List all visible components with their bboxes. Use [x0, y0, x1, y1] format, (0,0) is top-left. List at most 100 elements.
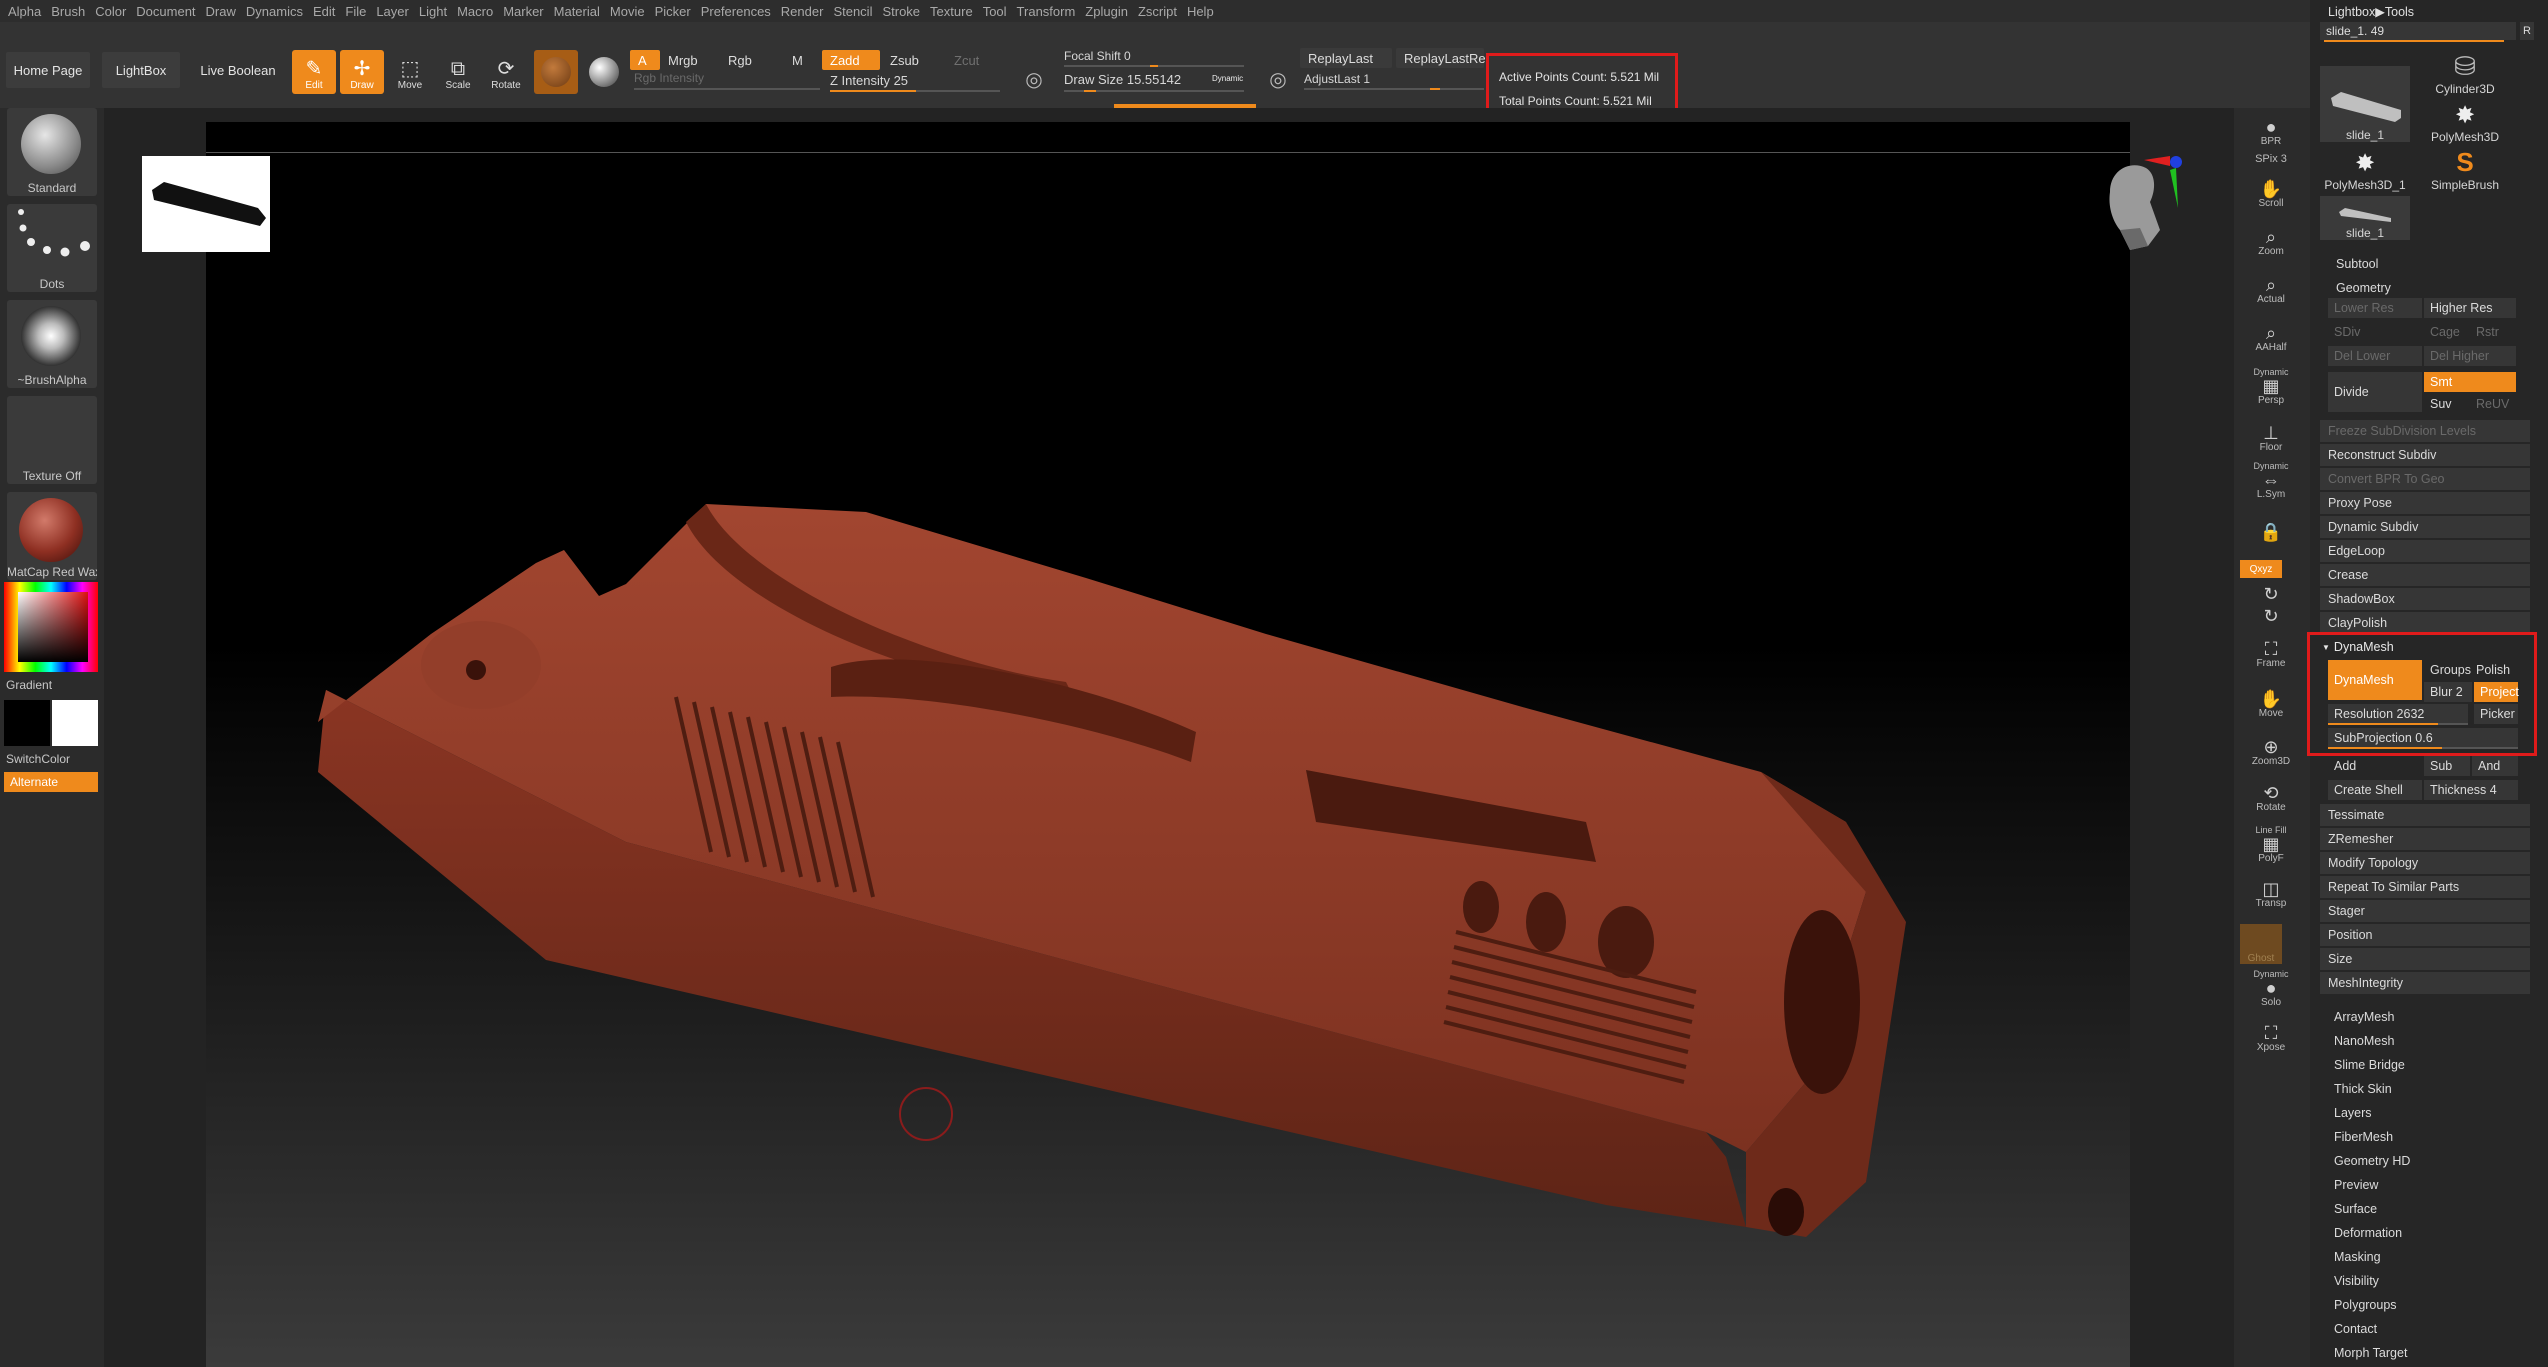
del-higher-button[interactable]: Del Higher [2424, 346, 2516, 366]
frame-button[interactable]: ⛶ Frame [2236, 634, 2306, 674]
menu-tool[interactable]: Tool [983, 4, 1007, 19]
tool-slider[interactable]: slide_1. 49 [2320, 22, 2516, 40]
tool-thumb-polymesh3d[interactable]: ✸ PolyMesh3D [2420, 98, 2510, 144]
document-viewport[interactable] [206, 122, 2130, 1367]
rotate-mode-button[interactable]: ⟳ Rotate [484, 50, 528, 94]
a-toggle[interactable]: A [630, 50, 660, 70]
menu-zplugin[interactable]: Zplugin [1085, 4, 1128, 19]
menu-help[interactable]: Help [1187, 4, 1214, 19]
menu-transform[interactable]: Transform [1017, 4, 1076, 19]
thick-skin-section[interactable]: Thick Skin [2334, 1078, 2392, 1100]
blur-slider[interactable]: Blur 2 [2424, 682, 2472, 702]
arraymesh-section[interactable]: ArrayMesh [2334, 1006, 2394, 1028]
menu-color[interactable]: Color [95, 4, 126, 19]
move-view-button[interactable]: ✋ Move [2236, 684, 2306, 724]
menu-dynamics[interactable]: Dynamics [246, 4, 303, 19]
project-toggle[interactable]: Project [2474, 682, 2519, 702]
menu-file[interactable]: File [345, 4, 366, 19]
zadd-toggle[interactable]: Zadd [822, 50, 880, 70]
position-section[interactable]: Position [2320, 924, 2530, 946]
add-toggle[interactable]: Add [2328, 756, 2422, 776]
meshintegrity-section[interactable]: MeshIntegrity [2320, 972, 2530, 994]
menu-draw[interactable]: Draw [206, 4, 236, 19]
transp-button[interactable]: ◫ Transp [2236, 874, 2306, 914]
higher-res-button[interactable]: Higher Res [2424, 298, 2516, 318]
focal-shift-icon-button[interactable]: ◎ [1012, 50, 1056, 94]
stroke-dots-thumb[interactable]: Dots [7, 204, 97, 292]
polygroups-section[interactable]: Polygroups [2334, 1294, 2397, 1316]
material-swatch-button[interactable] [534, 50, 578, 94]
solo-button[interactable]: Dynamic ● Solo [2236, 968, 2306, 1008]
and-toggle[interactable]: And [2472, 756, 2518, 776]
orientation-gizmo[interactable] [2090, 150, 2200, 290]
menu-render[interactable]: Render [781, 4, 824, 19]
ghost-button[interactable]: Ghost [2240, 924, 2282, 964]
replay-last-rel-button[interactable]: ReplayLastRel [1396, 48, 1489, 68]
aahalf-button[interactable]: ⌕ AAHalf [2236, 318, 2306, 358]
zoom-button[interactable]: ⌕ Zoom [2236, 222, 2306, 262]
menu-edit[interactable]: Edit [313, 4, 335, 19]
tool-thumb-polymesh3d-1[interactable]: ✸ PolyMesh3D_1 [2320, 146, 2410, 192]
cage-button[interactable]: Cage [2424, 322, 2468, 342]
focal-shift-slider[interactable]: Focal Shift 0 [1064, 49, 1131, 63]
menu-document[interactable]: Document [136, 4, 195, 19]
lsym-button[interactable]: Dynamic ⇔ L.Sym [2236, 460, 2306, 500]
layers-section[interactable]: Layers [2334, 1102, 2372, 1124]
xyz-button[interactable]: Qxyz [2240, 560, 2282, 578]
subprojection-slider[interactable]: SubProjection 0.6 [2328, 728, 2518, 748]
alternate-button[interactable]: Alternate [4, 772, 98, 792]
nanomesh-section[interactable]: NanoMesh [2334, 1030, 2394, 1052]
menu-layer[interactable]: Layer [376, 4, 409, 19]
del-lower-button[interactable]: Del Lower [2328, 346, 2422, 366]
visibility-section[interactable]: Visibility [2334, 1270, 2379, 1292]
sub-toggle[interactable]: Sub [2424, 756, 2470, 776]
texture-thumb[interactable]: Texture Off [7, 396, 97, 484]
lower-res-button[interactable]: Lower Res [2328, 298, 2422, 318]
preview-section[interactable]: Preview [2334, 1174, 2378, 1196]
rgb-intensity-slider[interactable]: Rgb Intensity [634, 71, 704, 85]
menu-brush[interactable]: Brush [51, 4, 85, 19]
lock-button[interactable]: 🔒 [2236, 512, 2306, 552]
z-intensity-slider[interactable]: Z Intensity 25 [830, 73, 908, 88]
edgeloop-section[interactable]: EdgeLoop [2320, 540, 2530, 562]
mrgb-toggle[interactable]: Mrgb [660, 50, 718, 70]
deformation-section[interactable]: Deformation [2334, 1222, 2402, 1244]
switch-color-button[interactable]: SwitchColor [6, 752, 70, 766]
fibermesh-section[interactable]: FiberMesh [2334, 1126, 2393, 1148]
color-mode-button[interactable] [582, 50, 626, 94]
live-boolean-button[interactable]: Live Boolean [192, 52, 284, 88]
brush-standard-thumb[interactable]: Standard [7, 108, 97, 196]
slime-bridge-section[interactable]: Slime Bridge [2334, 1054, 2405, 1076]
color-picker[interactable] [4, 582, 98, 672]
draw-mode-button[interactable]: ✢ Draw [340, 50, 384, 94]
modify-topology-section[interactable]: Modify Topology [2320, 852, 2530, 874]
dynamesh-button[interactable]: DynaMesh [2328, 660, 2422, 700]
tessimate-section[interactable]: Tessimate [2320, 804, 2530, 826]
zcut-toggle[interactable]: Zcut [946, 50, 996, 70]
menu-preferences[interactable]: Preferences [701, 4, 771, 19]
picker-button[interactable]: Picker [2474, 704, 2518, 724]
rotate-y-button[interactable]: ↻ [2236, 582, 2306, 606]
dynamic-toggle[interactable]: Dynamic [1212, 74, 1243, 83]
create-shell-button[interactable]: Create Shell [2328, 780, 2422, 800]
size-section[interactable]: Size [2320, 948, 2530, 970]
menu-texture[interactable]: Texture [930, 4, 973, 19]
m-toggle[interactable]: M [784, 50, 814, 70]
masking-section[interactable]: Masking [2334, 1246, 2381, 1268]
secondary-color-swatch[interactable] [52, 700, 98, 746]
persp-button[interactable]: Dynamic ▦ Persp [2236, 366, 2306, 406]
groups-toggle[interactable]: Groups [2424, 660, 2472, 680]
tool-thumb-simplebrush[interactable]: S SimpleBrush [2420, 146, 2510, 192]
xpose-button[interactable]: ⛶ Xpose [2236, 1018, 2306, 1058]
menu-marker[interactable]: Marker [503, 4, 543, 19]
menu-light[interactable]: Light [419, 4, 447, 19]
zsub-toggle[interactable]: Zsub [882, 50, 940, 70]
menu-material[interactable]: Material [554, 4, 600, 19]
menu-zscript[interactable]: Zscript [1138, 4, 1177, 19]
morph-target-section[interactable]: Morph Target [2334, 1342, 2407, 1364]
menu-macro[interactable]: Macro [457, 4, 493, 19]
home-page-button[interactable]: Home Page [6, 52, 90, 88]
divide-button[interactable]: Divide [2328, 372, 2422, 412]
draw-size-slider[interactable]: Draw Size 15.55142 [1064, 72, 1181, 87]
rotate-view-button[interactable]: ⟲ Rotate [2236, 778, 2306, 818]
